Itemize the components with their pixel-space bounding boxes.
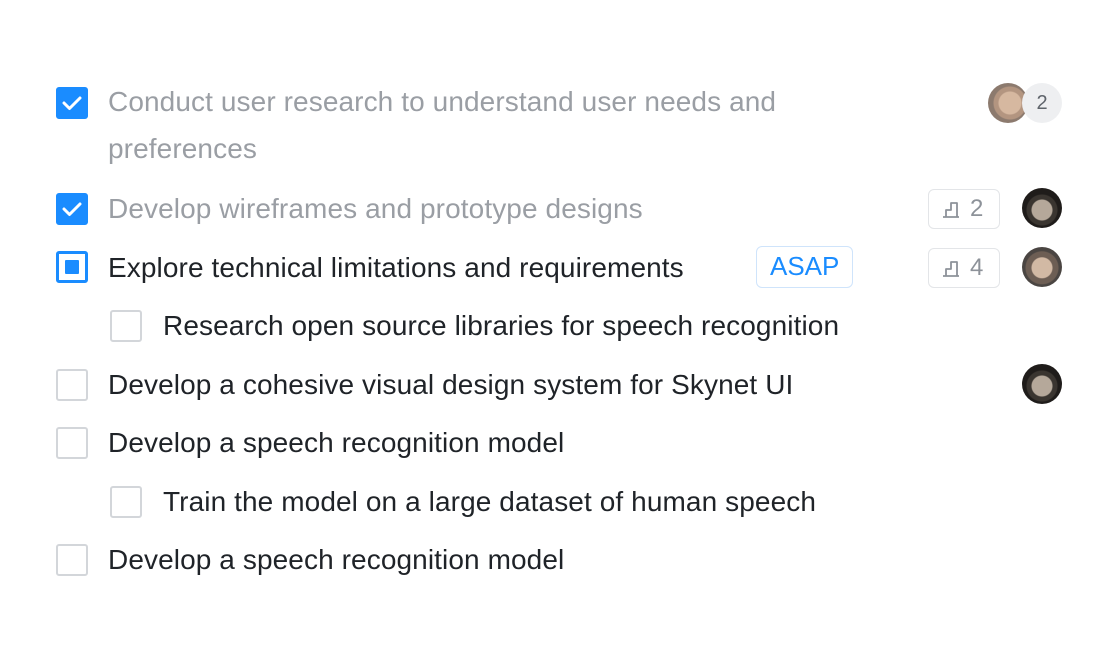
task-label: Explore technical limitations and requir… [108, 252, 684, 283]
task-checkbox[interactable] [110, 310, 142, 342]
task-label: Develop a speech recognition model [108, 427, 565, 458]
partial-indicator [65, 260, 79, 274]
task-checkbox[interactable] [56, 369, 88, 401]
task-checkbox[interactable] [56, 251, 88, 283]
task-checkbox[interactable] [56, 193, 88, 225]
check-icon [62, 96, 82, 110]
task-checkbox[interactable] [56, 87, 88, 119]
task-label: Develop a cohesive visual design system … [108, 369, 794, 400]
subtask-counter[interactable]: 2 [928, 189, 1000, 229]
task-label: Conduct user research to understand user… [108, 86, 777, 117]
task-label-continuation: preferences [108, 133, 257, 164]
tag-badge[interactable]: ASAP [756, 246, 854, 288]
task-label: Develop a speech recognition model [108, 544, 565, 575]
check-icon [62, 202, 82, 216]
task-label: Develop wireframes and prototype designs [108, 193, 643, 224]
task-checkbox[interactable] [56, 427, 88, 459]
subtask-icon [943, 202, 959, 218]
extra-assignees-count[interactable]: 2 [1022, 83, 1062, 123]
avatar[interactable] [1022, 247, 1062, 287]
avatar[interactable] [1022, 188, 1062, 228]
task-label: Train the model on a large dataset of hu… [163, 486, 817, 517]
task-checkbox[interactable] [56, 544, 88, 576]
subtask-count: 4 [970, 254, 984, 281]
subtask-icon [943, 261, 959, 277]
avatar[interactable] [1022, 364, 1062, 404]
task-checkbox[interactable] [110, 486, 142, 518]
subtask-counter[interactable]: 4 [928, 248, 1000, 288]
subtask-count: 2 [970, 195, 984, 222]
task-label: Research open source libraries for speec… [163, 310, 840, 341]
